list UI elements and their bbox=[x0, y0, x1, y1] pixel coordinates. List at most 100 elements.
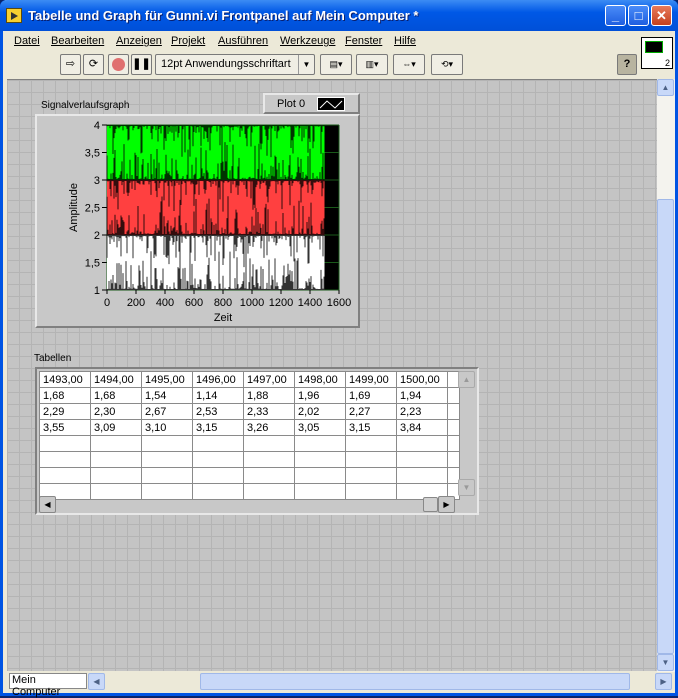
table-cell[interactable] bbox=[141, 451, 193, 468]
table-cell[interactable] bbox=[39, 435, 91, 452]
table-cell[interactable]: 1498,00 bbox=[294, 371, 346, 388]
resize-icon[interactable]: ⇔▾ bbox=[393, 54, 425, 75]
table-cell[interactable] bbox=[243, 451, 295, 468]
table-cell[interactable]: 1499,00 bbox=[345, 371, 397, 388]
menu-datei[interactable]: Datei bbox=[14, 35, 40, 47]
table-cell[interactable]: 1,88 bbox=[243, 387, 295, 404]
run-continuously-icon[interactable]: ⟳ bbox=[83, 54, 104, 75]
font-select[interactable]: 12pt Anwendungsschriftart ▼ bbox=[155, 54, 315, 75]
table-cell[interactable] bbox=[345, 467, 397, 484]
table-cell[interactable]: 3,10 bbox=[141, 419, 193, 436]
table-cell[interactable]: 3,05 bbox=[294, 419, 346, 436]
table-cell[interactable]: 1,54 bbox=[141, 387, 193, 404]
table-cell[interactable]: 1,68 bbox=[39, 387, 91, 404]
table-cell[interactable] bbox=[192, 483, 244, 500]
table-cell[interactable] bbox=[141, 435, 193, 452]
table-cell[interactable]: 1,94 bbox=[396, 387, 448, 404]
close-button[interactable]: ✕ bbox=[651, 5, 672, 26]
menu-werkzeuge[interactable]: Werkzeuge bbox=[280, 35, 335, 47]
table-cell[interactable] bbox=[141, 467, 193, 484]
scroll-down-icon[interactable]: ▼ bbox=[458, 479, 475, 496]
table-cell[interactable] bbox=[243, 467, 295, 484]
table-cell[interactable] bbox=[39, 467, 91, 484]
run-arrow-icon[interactable]: ⇨ bbox=[60, 54, 81, 75]
table-cell[interactable] bbox=[90, 451, 142, 468]
scroll-up-icon[interactable]: ▲ bbox=[458, 371, 475, 388]
table-cell[interactable] bbox=[345, 451, 397, 468]
scroll-left-icon[interactable]: ◀ bbox=[39, 496, 56, 513]
table-cell[interactable] bbox=[192, 435, 244, 452]
table-cell[interactable] bbox=[294, 483, 346, 500]
table-hscroll-thumb[interactable] bbox=[423, 497, 438, 512]
table-cell[interactable]: 3,15 bbox=[192, 419, 244, 436]
table-cell[interactable]: 2,02 bbox=[294, 403, 346, 420]
table-cell[interactable] bbox=[345, 483, 397, 500]
front-panel[interactable]: Signalverlaufsgraph Plot 0 1 1,5 2 2,5 3 3,5 4… bbox=[7, 79, 657, 671]
table-cell[interactable] bbox=[90, 467, 142, 484]
table-cell[interactable] bbox=[90, 435, 142, 452]
waveform-graph[interactable]: 1 1,5 2 2,5 3 3,5 4 0 200 400 600 800 1000 1200 1400 16… bbox=[35, 114, 360, 328]
table-cell[interactable]: 2,30 bbox=[90, 403, 142, 420]
table-cell[interactable] bbox=[294, 451, 346, 468]
table-cell[interactable] bbox=[141, 483, 193, 500]
menu-bearbeiten[interactable]: Bearbeiten bbox=[51, 35, 104, 47]
table-cell[interactable] bbox=[294, 467, 346, 484]
menu-fenster[interactable]: Fenster bbox=[345, 35, 382, 47]
table-cell[interactable]: 1,69 bbox=[345, 387, 397, 404]
table-cell[interactable] bbox=[396, 435, 448, 452]
table-cell[interactable]: 1493,00 bbox=[39, 371, 91, 388]
table-cell[interactable]: 1500,00 bbox=[396, 371, 448, 388]
abort-icon[interactable] bbox=[108, 54, 129, 75]
table-cell[interactable]: 1496,00 bbox=[192, 371, 244, 388]
menu-hilfe[interactable]: Hilfe bbox=[394, 35, 416, 47]
table-cell[interactable] bbox=[192, 467, 244, 484]
horizontal-scroll-thumb[interactable] bbox=[200, 673, 630, 690]
table-cell[interactable]: 3,15 bbox=[345, 419, 397, 436]
table-cell[interactable] bbox=[39, 451, 91, 468]
pause-icon[interactable]: ❚❚ bbox=[131, 54, 152, 75]
align-icon[interactable]: ▤▾ bbox=[320, 54, 352, 75]
maximize-button[interactable]: □ bbox=[628, 5, 649, 26]
table-cell[interactable]: 2,53 bbox=[192, 403, 244, 420]
vertical-scrollbar[interactable]: ▲ ▼ bbox=[657, 79, 675, 672]
distribute-icon[interactable]: ▥▾ bbox=[356, 54, 388, 75]
table-cell[interactable] bbox=[447, 451, 460, 468]
table-cell[interactable]: 1495,00 bbox=[141, 371, 193, 388]
help-button[interactable]: ? bbox=[617, 54, 637, 75]
table-cell[interactable]: 1,68 bbox=[90, 387, 142, 404]
table-cell[interactable]: 1494,00 bbox=[90, 371, 142, 388]
reorder-icon[interactable]: ⟲▾ bbox=[431, 54, 463, 75]
table-cell[interactable]: 2,67 bbox=[141, 403, 193, 420]
data-table[interactable]: 1493,00 1494,00 1495,00 1496,00 1497,00 1498,… bbox=[39, 371, 460, 500]
scroll-up-icon[interactable]: ▲ bbox=[657, 79, 674, 96]
table-cell[interactable] bbox=[243, 435, 295, 452]
table-cell[interactable] bbox=[243, 483, 295, 500]
table-cell[interactable] bbox=[90, 483, 142, 500]
scroll-right-icon[interactable]: ▶ bbox=[438, 496, 455, 513]
table-cell[interactable] bbox=[192, 451, 244, 468]
table-cell[interactable]: 1,14 bbox=[192, 387, 244, 404]
table-cell[interactable] bbox=[447, 419, 460, 436]
table-cell[interactable] bbox=[447, 403, 460, 420]
table-cell[interactable]: 3,09 bbox=[90, 419, 142, 436]
table-control[interactable]: 1493,00 1494,00 1495,00 1496,00 1497,00 1498,… bbox=[35, 367, 479, 515]
scroll-left-icon[interactable]: ◀ bbox=[88, 673, 105, 690]
table-cell[interactable] bbox=[294, 435, 346, 452]
table-cell[interactable]: 2,27 bbox=[345, 403, 397, 420]
scroll-right-icon[interactable]: ▶ bbox=[655, 673, 672, 690]
table-cell[interactable]: 2,23 bbox=[396, 403, 448, 420]
table-cell[interactable]: 1497,00 bbox=[243, 371, 295, 388]
table-cell[interactable]: 2,33 bbox=[243, 403, 295, 420]
table-cell[interactable] bbox=[396, 467, 448, 484]
table-cell[interactable]: 3,55 bbox=[39, 419, 91, 436]
connector-pane-icon[interactable]: 2 bbox=[641, 37, 673, 69]
menu-ausfuehren[interactable]: Ausführen bbox=[218, 35, 268, 47]
plot-legend[interactable]: Plot 0 bbox=[263, 93, 360, 114]
table-cell[interactable] bbox=[396, 451, 448, 468]
table-cell[interactable]: 3,26 bbox=[243, 419, 295, 436]
table-cell[interactable] bbox=[345, 435, 397, 452]
minimize-button[interactable]: _ bbox=[605, 5, 626, 26]
menu-projekt[interactable]: Projekt bbox=[171, 35, 205, 47]
table-cell[interactable]: 1,96 bbox=[294, 387, 346, 404]
table-cell[interactable] bbox=[447, 435, 460, 452]
